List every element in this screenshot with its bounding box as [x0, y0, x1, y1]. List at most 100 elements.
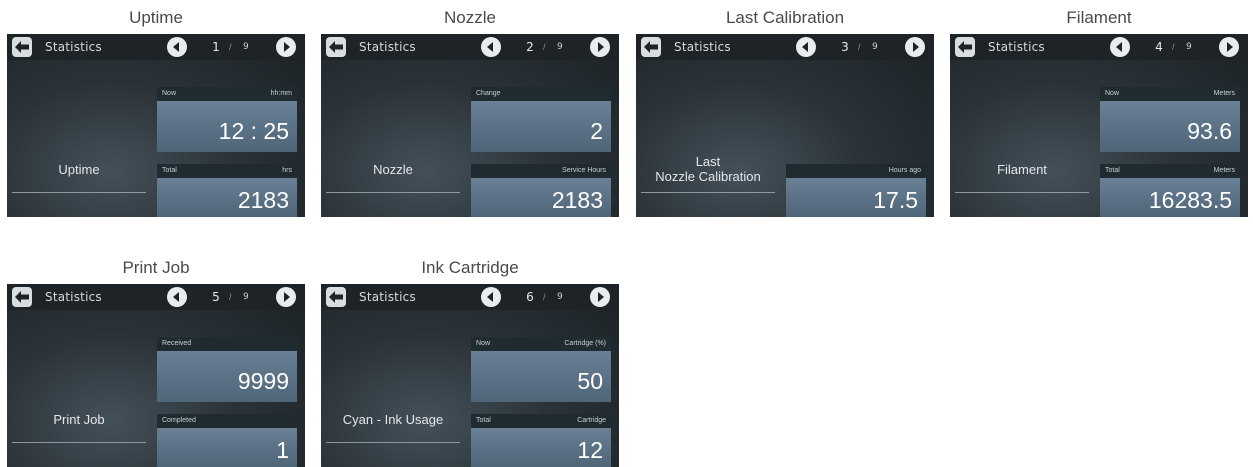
- statistic-value: 2183: [471, 178, 611, 217]
- statistic-value: 12: [471, 428, 611, 467]
- panel-header: Completed: [157, 414, 297, 428]
- label-underline: [12, 192, 146, 193]
- back-button[interactable]: [326, 37, 346, 57]
- panel-header-right: Service Hours: [562, 167, 606, 174]
- screen-title: Statistics: [359, 290, 416, 304]
- statistic-value: 16283.5: [1100, 178, 1240, 217]
- next-page-button[interactable]: [590, 287, 610, 307]
- panel-header: Hours ago: [786, 164, 926, 178]
- statistics-tile: Nozzle Statistics 2/9 Nozzle Change 2 Service …: [321, 0, 619, 217]
- top-bar: Statistics 4/9: [950, 34, 1248, 60]
- screen-title: Statistics: [359, 40, 416, 54]
- next-page-button[interactable]: [1219, 37, 1239, 57]
- statistic-value: 50: [471, 351, 611, 402]
- page-total: 9: [557, 42, 563, 52]
- statistics-tile: Ink Cartridge Statistics 6/9 Cyan - Ink Usa…: [321, 250, 619, 467]
- panel-header-right: hrs: [282, 167, 292, 174]
- statistic-label-text: Uptime: [58, 161, 100, 177]
- panel-header: Service Hours: [471, 164, 611, 178]
- page-separator: /: [543, 292, 546, 302]
- device-screen: Statistics 2 / 9 Nozzle Change 2 Service Hours 2…: [321, 34, 619, 217]
- statistic-label: Print Job: [12, 396, 146, 442]
- panel-header: Now Cartridge (%): [471, 337, 611, 351]
- panel-header-left: Total: [162, 167, 177, 174]
- bottom-value-panel: Hours ago 17.5: [786, 164, 926, 217]
- statistic-label: Nozzle: [326, 146, 460, 192]
- tile-caption: Print Job: [122, 258, 190, 277]
- tile-caption: Last Calibration: [725, 8, 845, 27]
- previous-page-button[interactable]: [167, 287, 187, 307]
- statistic-label: Uptime: [12, 146, 146, 192]
- previous-page-button[interactable]: [1110, 37, 1130, 57]
- panel-header: Now Meters: [1100, 87, 1240, 101]
- panel-header-left: Now: [1105, 90, 1120, 97]
- statistic-value: 17.5: [786, 178, 926, 217]
- statistic-value: 12 : 25: [157, 101, 297, 152]
- back-button[interactable]: [326, 287, 346, 307]
- tile-caption: Filament: [1066, 8, 1132, 27]
- label-underline: [326, 442, 460, 443]
- statistic-label-text: Cyan - Ink Usage: [342, 411, 444, 427]
- next-page-button[interactable]: [276, 287, 296, 307]
- statistic-label: Last Nozzle Calibration: [641, 146, 775, 192]
- page-separator: /: [229, 42, 232, 52]
- page-total: 9: [557, 292, 563, 302]
- tile-caption: Nozzle: [444, 8, 496, 27]
- statistic-value: 1: [157, 428, 297, 467]
- screen-title: Statistics: [45, 290, 102, 304]
- tile-caption: Ink Cartridge: [421, 258, 519, 277]
- back-button[interactable]: [955, 37, 975, 57]
- previous-page-button[interactable]: [481, 37, 501, 57]
- label-underline: [955, 192, 1089, 193]
- bottom-value-panel: Total Cartridge 12: [471, 414, 611, 467]
- top-bar: Statistics 1/9: [7, 34, 305, 60]
- statistic-value: 2: [471, 101, 611, 152]
- bottom-value-panel: Total hrs 2183: [157, 164, 297, 217]
- panel-header-left: Total: [476, 417, 491, 424]
- statistic-label-text: Nozzle: [373, 161, 413, 177]
- previous-page-button[interactable]: [481, 287, 501, 307]
- top-bar: Statistics 6/9: [321, 284, 619, 310]
- device-screen: Statistics 4/9 Filament Now Meters 93.6 Total M…: [950, 34, 1248, 217]
- page-total: 9: [243, 292, 249, 302]
- back-button[interactable]: [12, 287, 32, 307]
- label-underline: [12, 442, 146, 443]
- panel-header-left: Completed: [162, 417, 196, 424]
- device-screen: Statistics 1/9 Uptime Now hh:mm 12 : 25 Total h…: [7, 34, 305, 217]
- statistic-value: 2183: [157, 178, 297, 217]
- screen-title: Statistics: [45, 40, 102, 54]
- page-separator: /: [858, 42, 861, 52]
- panel-header-left: Change: [476, 90, 501, 97]
- top-bar: Statistics 5/9: [7, 284, 305, 310]
- panel-header: Total hrs: [157, 164, 297, 178]
- panel-header: Change: [471, 87, 611, 101]
- top-value-panel: Received 9999: [157, 337, 297, 402]
- label-underline: [641, 192, 775, 193]
- panel-header-right: hh:mm: [270, 90, 292, 97]
- back-button[interactable]: [12, 37, 32, 57]
- next-page-button[interactable]: [590, 37, 610, 57]
- top-value-panel: Now Cartridge (%) 50: [471, 337, 611, 402]
- statistic-value: 9999: [157, 351, 297, 402]
- page-separator: /: [543, 42, 546, 52]
- panel-header-right: Hours ago: [888, 167, 921, 174]
- top-value-panel: Now Meters 93.6: [1100, 87, 1240, 152]
- panel-header-right: Cartridge: [577, 417, 606, 424]
- back-button[interactable]: [641, 37, 661, 57]
- next-page-button[interactable]: [905, 37, 925, 57]
- next-page-button[interactable]: [276, 37, 296, 57]
- previous-page-button[interactable]: [167, 37, 187, 57]
- statistic-value: 93.6: [1100, 101, 1240, 152]
- label-underline: [326, 192, 460, 193]
- panel-header: Now hh:mm: [157, 87, 297, 101]
- panel-header-right: Meters: [1213, 167, 1235, 174]
- statistics-tile: Filament Statistics 4/9 Filament Now Meters 93…: [950, 0, 1248, 217]
- panel-header-right: Cartridge (%): [564, 340, 606, 347]
- screen-title: Statistics: [674, 40, 731, 54]
- top-value-panel: Now hh:mm 12 : 25: [157, 87, 297, 152]
- page-total: 9: [872, 42, 878, 52]
- panel-header: Received: [157, 337, 297, 351]
- top-bar: Statistics 3/9: [636, 34, 934, 60]
- statistics-tile: Last Calibration Statistics 3/9 Last Nozzle…: [636, 0, 934, 217]
- previous-page-button[interactable]: [796, 37, 816, 57]
